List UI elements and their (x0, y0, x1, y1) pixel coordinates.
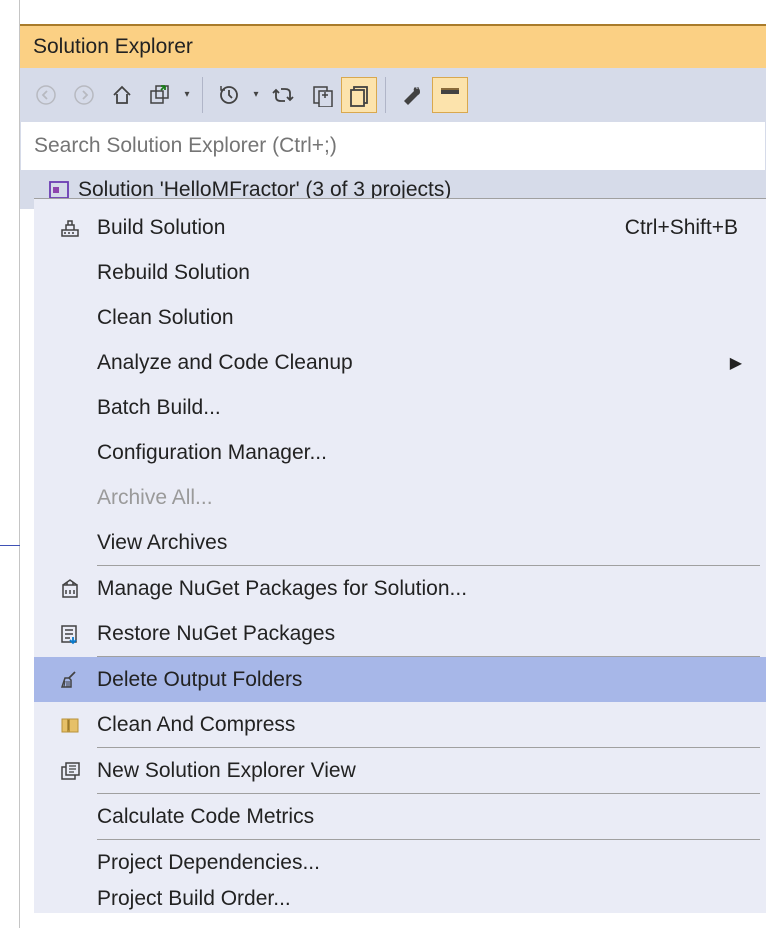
back-button[interactable] (28, 77, 64, 113)
menu-build-solution[interactable]: Build Solution Ctrl+Shift+B (34, 205, 766, 250)
panel-title-bar: Solution Explorer (20, 24, 766, 68)
menu-batch-label: Batch Build... (97, 396, 766, 420)
build-icon (43, 217, 97, 239)
menu-config-label: Configuration Manager... (97, 441, 766, 465)
menu-batch-build[interactable]: Batch Build... (34, 385, 766, 430)
switch-view-button[interactable] (142, 77, 178, 113)
preview-button[interactable] (432, 77, 468, 113)
menu-clean-label: Clean Solution (97, 306, 766, 330)
menu-restore-nuget-label: Restore NuGet Packages (97, 622, 766, 646)
menu-manage-nuget-label: Manage NuGet Packages for Solution... (97, 577, 766, 601)
menu-project-build-order[interactable]: Project Build Order... (34, 885, 766, 913)
switch-view-icon (148, 83, 172, 107)
left-gutter (0, 0, 20, 928)
restore-icon (43, 623, 97, 645)
menu-calculate-metrics[interactable]: Calculate Code Metrics (34, 794, 766, 839)
pending-changes-dropdown[interactable]: ▾ (249, 89, 263, 100)
submenu-arrow-icon: ▶ (730, 353, 742, 373)
menu-build-label: Build Solution (97, 216, 625, 240)
menu-delete-output-label: Delete Output Folders (97, 668, 766, 692)
menu-delete-output-folders[interactable]: Delete Output Folders (34, 657, 766, 702)
sync-button[interactable] (265, 77, 301, 113)
collapse-icon (309, 83, 333, 107)
search-input[interactable] (34, 134, 765, 158)
menu-manage-nuget[interactable]: Manage NuGet Packages for Solution... (34, 566, 766, 611)
menu-view-archives-label: View Archives (97, 531, 766, 555)
menu-rebuild-solution[interactable]: Rebuild Solution (34, 250, 766, 295)
toolbar-divider-2 (385, 77, 386, 113)
show-all-files-button[interactable] (341, 77, 377, 113)
menu-new-view-label: New Solution Explorer View (97, 759, 766, 783)
context-menu: Build Solution Ctrl+Shift+B Rebuild Solu… (34, 198, 766, 913)
menu-analyze[interactable]: Analyze and Code Cleanup ▶ (34, 340, 766, 385)
properties-button[interactable] (394, 77, 430, 113)
preview-icon (439, 84, 461, 106)
menu-view-archives[interactable]: View Archives (34, 520, 766, 565)
menu-archive-label: Archive All... (97, 486, 766, 510)
menu-archive-all: Archive All... (34, 475, 766, 520)
wrench-icon (400, 83, 424, 107)
menu-configuration-manager[interactable]: Configuration Manager... (34, 430, 766, 475)
menu-new-solution-view[interactable]: New Solution Explorer View (34, 748, 766, 793)
compress-icon (43, 714, 97, 736)
broom-icon (43, 669, 97, 691)
gutter-divider (0, 545, 20, 546)
new-view-icon (43, 760, 97, 782)
forward-button[interactable] (66, 77, 102, 113)
back-icon (35, 84, 57, 106)
clock-filter-icon (217, 83, 241, 107)
menu-build-order-label: Project Build Order... (97, 887, 766, 911)
collapse-button[interactable] (303, 77, 339, 113)
panel-title-text: Solution Explorer (33, 35, 193, 59)
forward-icon (73, 84, 95, 106)
switch-view-dropdown[interactable]: ▾ (180, 89, 194, 100)
menu-clean-compress[interactable]: Clean And Compress (34, 702, 766, 747)
search-box[interactable] (20, 121, 766, 171)
pending-changes-button[interactable] (211, 77, 247, 113)
sync-icon (271, 83, 295, 107)
menu-restore-nuget[interactable]: Restore NuGet Packages (34, 611, 766, 656)
home-button[interactable] (104, 77, 140, 113)
menu-calc-metrics-label: Calculate Code Metrics (97, 805, 766, 829)
menu-proj-deps-label: Project Dependencies... (97, 851, 766, 875)
toolbar: ▾ ▾ (20, 68, 766, 121)
nuget-icon (43, 578, 97, 600)
menu-clean-solution[interactable]: Clean Solution (34, 295, 766, 340)
menu-analyze-label: Analyze and Code Cleanup (97, 351, 766, 375)
menu-rebuild-label: Rebuild Solution (97, 261, 766, 285)
menu-project-dependencies[interactable]: Project Dependencies... (34, 840, 766, 885)
menu-clean-compress-label: Clean And Compress (97, 713, 766, 737)
home-icon (110, 83, 134, 107)
toolbar-divider-1 (202, 77, 203, 113)
menu-build-shortcut: Ctrl+Shift+B (625, 216, 766, 240)
show-all-icon (347, 83, 371, 107)
